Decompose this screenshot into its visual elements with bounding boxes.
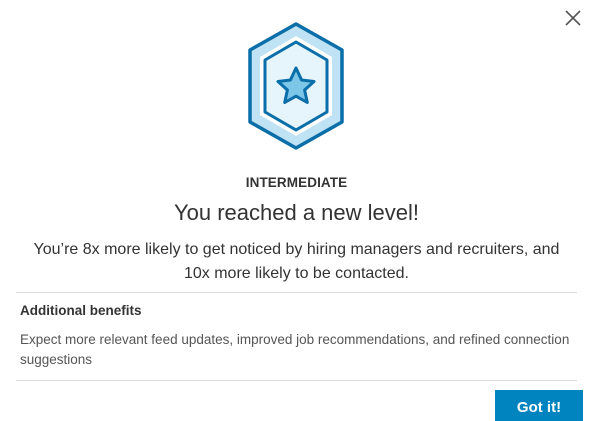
- got-it-button[interactable]: Got it!: [495, 390, 583, 421]
- headline: You reached a new level!: [173, 200, 420, 225]
- divider: [16, 292, 577, 293]
- level-name: INTERMEDIATE: [245, 175, 348, 190]
- level-up-dialog: INTERMEDIATE You reached a new level! Yo…: [0, 0, 593, 421]
- close-icon[interactable]: [563, 8, 583, 28]
- star-hexagon-badge-icon: [248, 22, 344, 150]
- level-description: You’re 8x more likely to get noticed by …: [33, 241, 560, 282]
- benefits-heading: Additional benefits: [20, 303, 142, 318]
- benefits-text: Expect more relevant feed updates, impro…: [20, 332, 570, 367]
- divider: [16, 380, 577, 381]
